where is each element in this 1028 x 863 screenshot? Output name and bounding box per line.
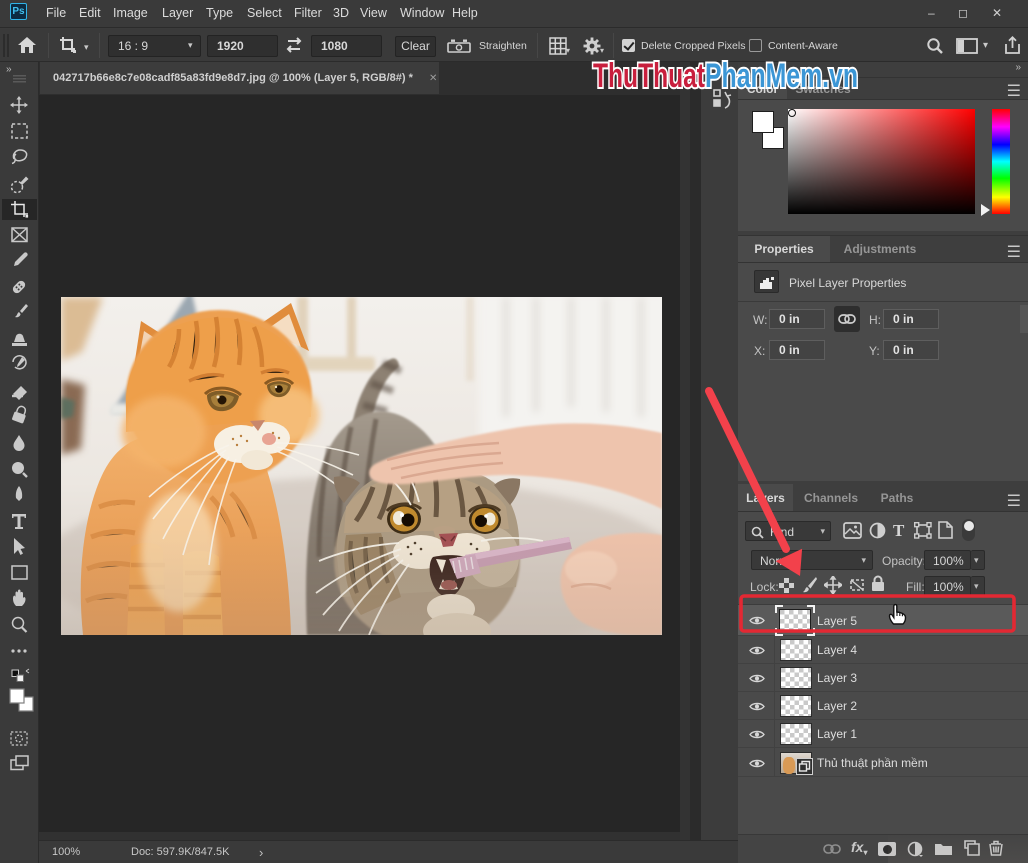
- svg-text:ThuThuat: ThuThuat: [593, 57, 705, 95]
- svg-text:PhanMem.vn: PhanMem.vn: [705, 57, 858, 95]
